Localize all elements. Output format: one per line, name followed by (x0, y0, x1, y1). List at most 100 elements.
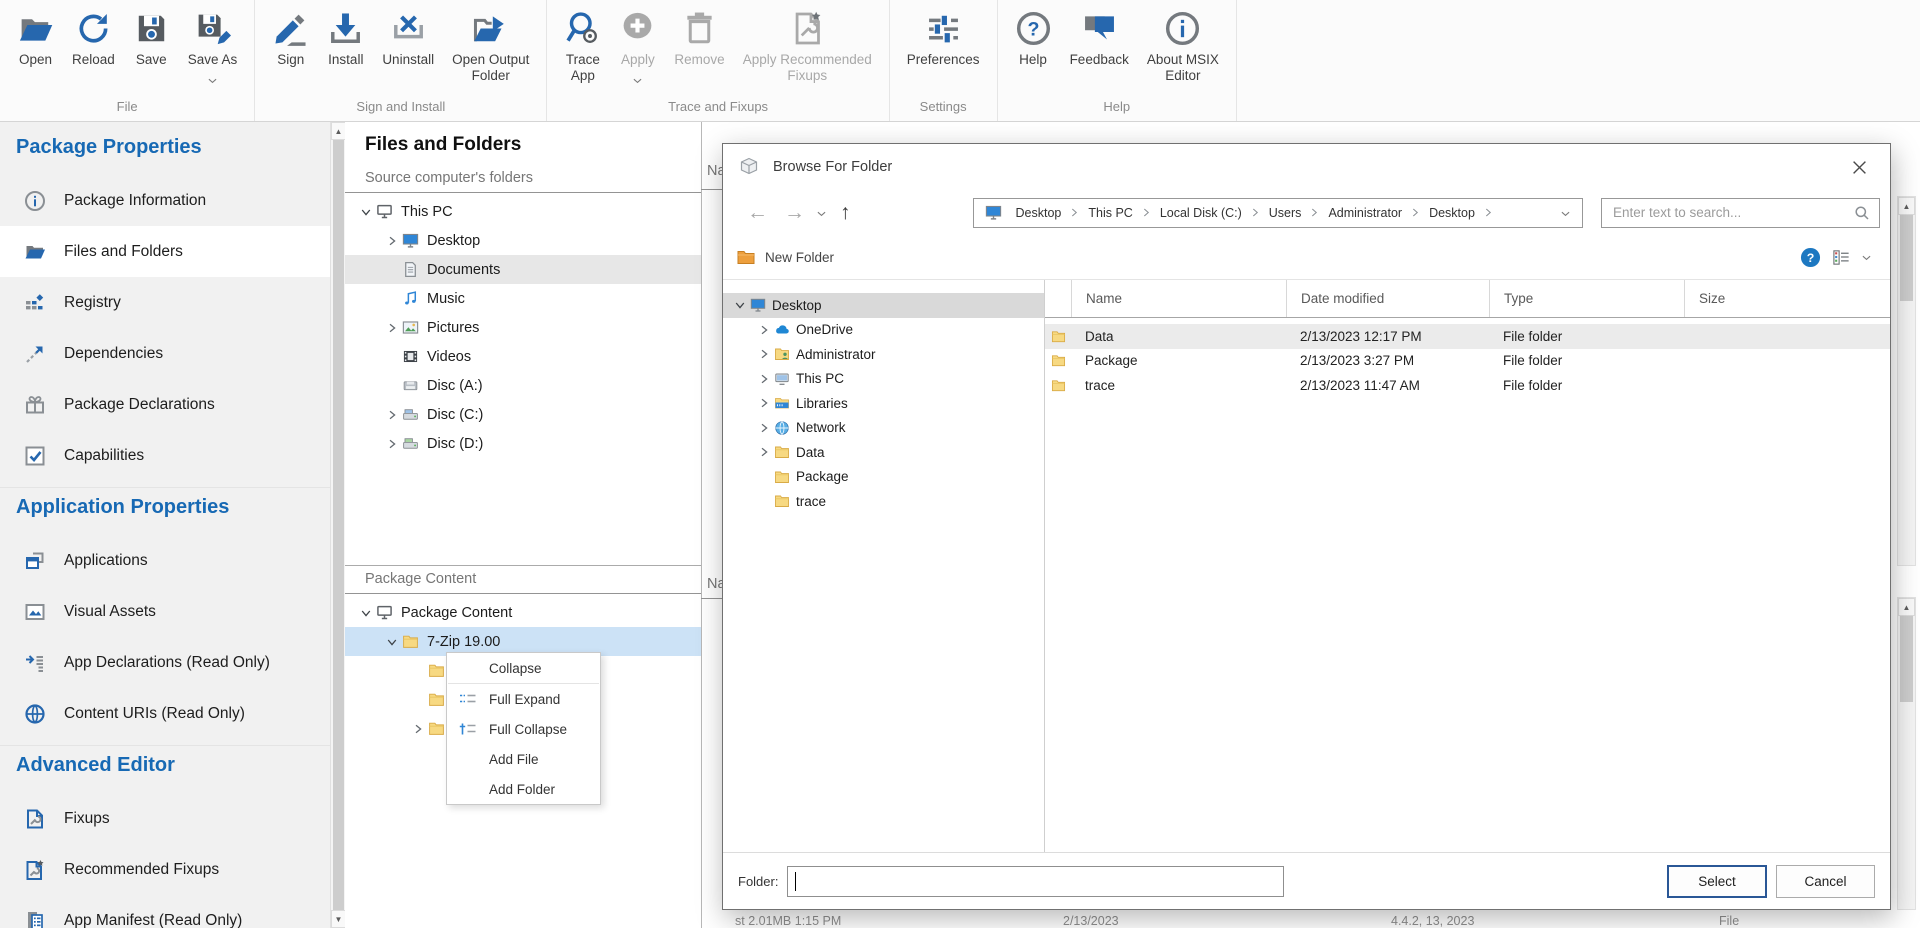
ribbon-button-install[interactable]: Install (318, 8, 373, 70)
tree-item-desktop[interactable]: Desktop (723, 293, 1044, 318)
column-header-size[interactable]: Size (1684, 280, 1890, 317)
background-scrollbar[interactable]: ▲ (1897, 597, 1916, 910)
ribbon-button-help[interactable]: ? Help (1006, 8, 1061, 70)
up-arrow-icon[interactable]: ↑ (830, 202, 861, 223)
sidebar-item-visual-assets[interactable]: Visual Assets (0, 586, 330, 637)
search-input[interactable] (1611, 204, 1854, 221)
scroll-up-arrow-icon[interactable]: ▲ (1898, 197, 1915, 215)
column-header-name[interactable]: Name (1071, 280, 1286, 317)
scroll-up-arrow-icon[interactable]: ▲ (331, 122, 346, 140)
chevron-right-icon[interactable] (755, 423, 772, 433)
tree-item-libraries[interactable]: Libraries (723, 391, 1044, 416)
chevron-right-icon[interactable] (755, 447, 772, 457)
chevron-down-icon[interactable] (731, 300, 748, 310)
sidebar-item-package-declarations[interactable]: Package Declarations (0, 379, 330, 430)
file-row-data[interactable]: Data 2/13/2023 12:17 PM File folder (1045, 324, 1890, 349)
context-menu-item-collapse[interactable]: Collapse (447, 653, 600, 683)
tree-item-trace[interactable]: trace (723, 489, 1044, 514)
chevron-right-icon[interactable] (383, 410, 400, 420)
breadcrumb-item-this-pc[interactable]: This PC (1078, 206, 1142, 220)
scrollbar-thumb[interactable] (1900, 215, 1913, 301)
sidebar-item-package-information[interactable]: Package Information (0, 175, 330, 226)
dropdown-chevron-icon[interactable] (633, 71, 642, 89)
breadcrumb-item-administrator[interactable]: Administrator (1318, 206, 1412, 220)
tree-item-disc-a[interactable]: Disc (A:) (345, 371, 701, 400)
column-header-type[interactable]: Type (1489, 280, 1684, 317)
forward-arrow-icon[interactable]: → (776, 202, 813, 223)
ribbon-button-reload[interactable]: Reload (63, 8, 124, 70)
tree-item-videos[interactable]: Videos (345, 342, 701, 371)
breadcrumb-item-local-disk-c[interactable]: Local Disk (C:) (1150, 206, 1252, 220)
sidebar-item-capabilities[interactable]: Capabilities (0, 430, 330, 481)
ribbon-button-open[interactable]: Open (8, 8, 63, 70)
tree-item-disc-c[interactable]: Disc (C:) (345, 400, 701, 429)
breadcrumb-item-desktop[interactable]: Desktop (1006, 206, 1072, 220)
new-folder-button[interactable]: New Folder (736, 247, 834, 267)
sidebar-item-registry[interactable]: Registry (0, 277, 330, 328)
chevron-right-icon[interactable] (755, 325, 772, 335)
search-box[interactable] (1601, 198, 1880, 228)
chevron-right-icon[interactable] (755, 349, 772, 359)
sidebar-item-dependencies[interactable]: Dependencies (0, 328, 330, 379)
ribbon-button-apply[interactable]: Apply (610, 8, 665, 91)
back-arrow-icon[interactable]: ← (739, 202, 776, 223)
ribbon-button-remove[interactable]: Remove (665, 8, 733, 70)
tree-item-administrator[interactable]: Administrator (723, 342, 1044, 367)
sidebar-item-applications[interactable]: Applications (0, 535, 330, 586)
breadcrumb-item-desktop[interactable]: Desktop (1419, 206, 1485, 220)
context-menu-item-full-collapse[interactable]: Full Collapse (447, 714, 600, 744)
view-dropdown-chevron-icon[interactable] (1862, 248, 1871, 266)
sidebar-item-recommended-fixups[interactable]: Recommended Fixups (0, 844, 330, 895)
sidebar-item-fixups[interactable]: Fixups (0, 793, 330, 844)
breadcrumb[interactable]: Desktop This PC Local Disk (C:) Users Ad… (973, 198, 1583, 228)
scrollbar-thumb[interactable] (1900, 616, 1913, 702)
history-dropdown-chevron-icon[interactable] (813, 204, 830, 222)
select-button[interactable]: Select (1667, 865, 1767, 898)
tree-item-package-content[interactable]: Package Content (345, 598, 701, 627)
ribbon-button-save[interactable]: Save (124, 8, 179, 70)
tree-item-package[interactable]: Package (723, 465, 1044, 490)
chevron-right-icon[interactable] (755, 374, 772, 384)
context-menu-item-add-file[interactable]: Add File (447, 744, 600, 774)
ribbon-button-open-output-folder[interactable]: Open Output Folder (443, 8, 538, 86)
chevron-right-icon[interactable] (383, 236, 400, 246)
chevron-right-icon[interactable] (383, 439, 400, 449)
context-menu-item-full-expand[interactable]: Full Expand (447, 684, 600, 714)
dropdown-chevron-icon[interactable] (208, 71, 217, 89)
tree-item-this-pc[interactable]: This PC (723, 367, 1044, 392)
background-scrollbar[interactable]: ▲ (1897, 196, 1916, 566)
chevron-right-icon[interactable] (383, 323, 400, 333)
sidebar-item-app-manifest-read-only[interactable]: App Manifest (Read Only) (0, 895, 330, 928)
context-menu-item-add-folder[interactable]: Add Folder (447, 774, 600, 804)
tree-item-desktop[interactable]: Desktop (345, 226, 701, 255)
view-details-icon[interactable] (1832, 248, 1851, 267)
chevron-down-icon[interactable] (383, 637, 400, 647)
cancel-button[interactable]: Cancel (1776, 865, 1875, 898)
scroll-up-arrow-icon[interactable]: ▲ (1898, 598, 1915, 616)
tree-item-documents[interactable]: Documents (345, 255, 701, 284)
file-row-trace[interactable]: trace 2/13/2023 11:47 AM File folder (1045, 373, 1890, 398)
tree-item-this-pc[interactable]: This PC (345, 197, 701, 226)
scrollbar-thumb[interactable] (333, 140, 344, 910)
ribbon-button-apply-recommended-fixups[interactable]: Apply Recommended Fixups (734, 8, 881, 86)
tree-item-onedrive[interactable]: OneDrive (723, 318, 1044, 343)
tree-item-pictures[interactable]: Pictures (345, 313, 701, 342)
sidebar-scrollbar[interactable]: ▲ ▼ (330, 122, 346, 928)
chevron-down-icon[interactable] (357, 608, 374, 618)
help-icon[interactable]: ? (1800, 247, 1821, 268)
ribbon-button-about-msix-editor[interactable]: About MSIX Editor (1138, 8, 1228, 86)
tree-item-music[interactable]: Music (345, 284, 701, 313)
chevron-down-icon[interactable] (357, 207, 374, 217)
ribbon-button-uninstall[interactable]: Uninstall (373, 8, 443, 70)
chevron-right-icon[interactable] (409, 724, 426, 734)
ribbon-button-preferences[interactable]: Preferences (898, 8, 989, 70)
column-header-date-modified[interactable]: Date modified (1286, 280, 1489, 317)
ribbon-button-trace-app[interactable]: Trace App (555, 8, 610, 86)
file-row-package[interactable]: Package 2/13/2023 3:27 PM File folder (1045, 349, 1890, 374)
tree-item-data[interactable]: Data (723, 440, 1044, 465)
folder-input[interactable] (788, 867, 1283, 896)
sidebar-item-files-and-folders[interactable]: Files and Folders (0, 226, 330, 277)
scroll-down-arrow-icon[interactable]: ▼ (331, 910, 346, 928)
chevron-right-icon[interactable] (755, 398, 772, 408)
tree-item-network[interactable]: Network (723, 416, 1044, 441)
